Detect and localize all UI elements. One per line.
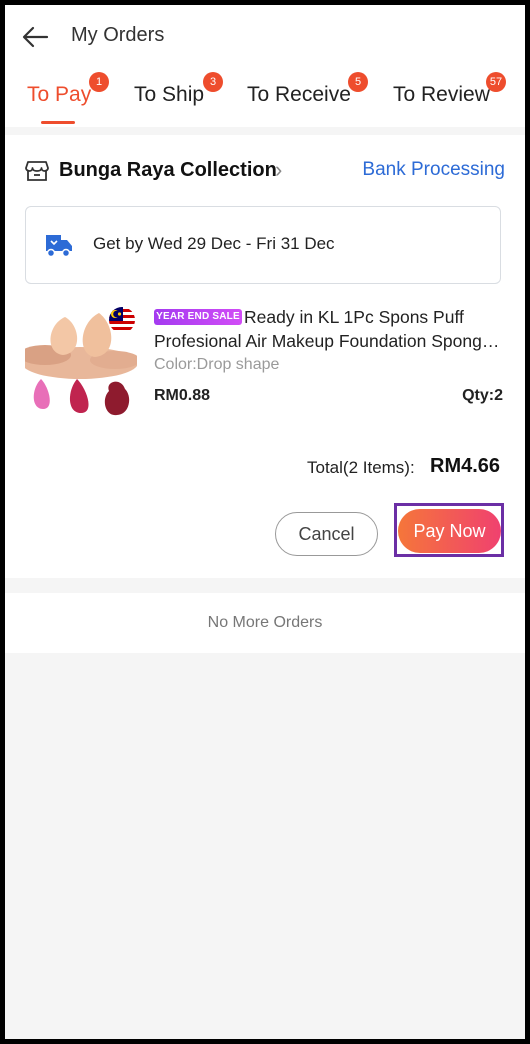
delivery-info-box[interactable]: Get by Wed 29 Dec - Fri 31 Dec [25, 206, 501, 284]
product-name[interactable]: Ready in KL 1Pc Spons Puff [244, 307, 464, 328]
product-price: RM0.88 [154, 387, 211, 404]
order-card[interactable]: Bunga Raya Collection › Bank Processing … [5, 135, 525, 578]
chevron-right-icon[interactable]: › [275, 157, 282, 183]
total-amount: RM4.66 [430, 455, 501, 477]
delivery-estimate: Get by Wed 29 Dec - Fri 31 Dec [93, 234, 335, 253]
promo-tag: YEAR END SALE [154, 309, 242, 325]
total-label: Total(2 Items): [307, 458, 415, 477]
tab-badge: 57 [486, 72, 506, 92]
truck-icon [46, 235, 72, 258]
order-status: Bank Processing [362, 159, 505, 180]
shop-icon [25, 161, 49, 181]
product-name-continued[interactable]: Profesional Air Makeup Foundation Sponge… [154, 331, 501, 352]
tab-label: To Review [393, 83, 490, 106]
product-variant: Color:Drop shape [154, 356, 280, 373]
tab-to-pay[interactable]: To Pay [27, 83, 91, 107]
tab-label: To Ship [134, 83, 205, 106]
app-screen: My Orders To Pay 1 To Ship 3 To Receive … [5, 5, 525, 1039]
order-tabs: To Pay 1 To Ship 3 To Receive 5 To Revie… [5, 67, 525, 127]
tab-to-review[interactable]: To Review [393, 83, 490, 107]
cancel-button[interactable]: Cancel [275, 512, 378, 556]
tab-label: To Pay [27, 83, 92, 106]
tab-badge: 3 [203, 72, 223, 92]
malaysia-flag-icon [109, 307, 135, 333]
product-quantity: Qty:2 [462, 387, 503, 404]
tab-to-receive[interactable]: To Receive [247, 83, 351, 107]
page-title: My Orders [71, 24, 165, 46]
tab-badge: 1 [89, 72, 109, 92]
active-tab-indicator [41, 121, 75, 124]
no-more-orders: No More Orders [5, 593, 525, 653]
tab-label: To Receive [247, 83, 351, 106]
shop-name[interactable]: Bunga Raya Collection [59, 159, 277, 182]
header-bar: My Orders [5, 5, 525, 67]
tab-to-ship[interactable]: To Ship [134, 83, 204, 107]
tab-badge: 5 [348, 72, 368, 92]
pay-now-button[interactable]: Pay Now [398, 509, 501, 553]
back-arrow-icon[interactable] [21, 25, 49, 49]
